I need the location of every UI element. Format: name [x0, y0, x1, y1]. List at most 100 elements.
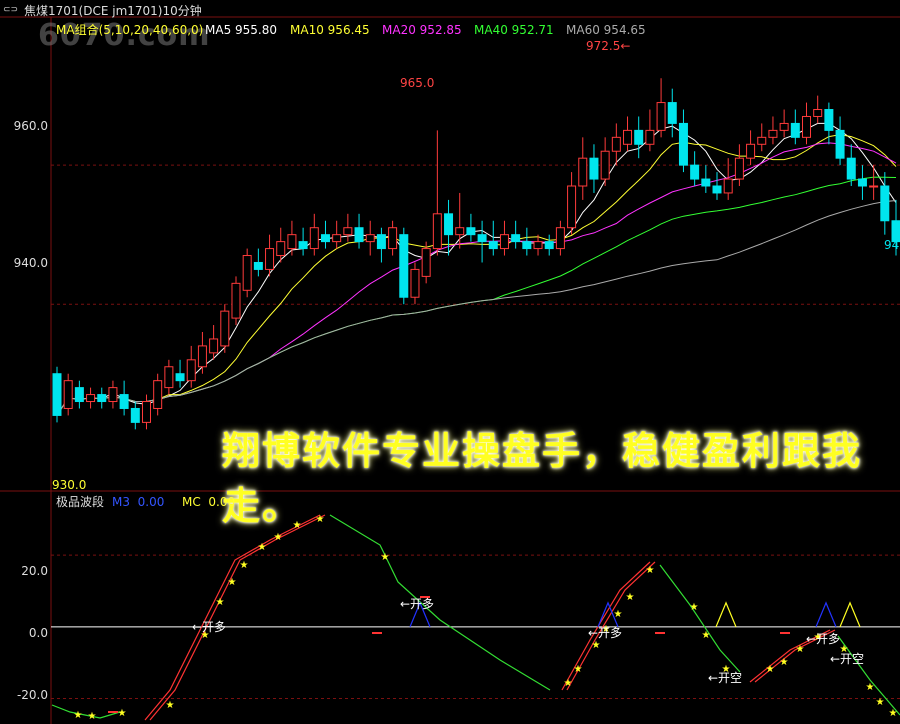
candle-body: [320, 234, 330, 243]
star-marker: ★: [166, 700, 175, 711]
signal-short-2: ←开空: [830, 652, 865, 666]
candle-body: [388, 227, 398, 250]
star-marker: ★: [274, 532, 283, 543]
candle-body: [298, 241, 308, 250]
candle-body: [242, 255, 252, 291]
candle-body: [846, 157, 856, 180]
candle-body: [153, 380, 163, 409]
signal-triangle: [715, 601, 737, 628]
star-marker: ★: [88, 711, 97, 722]
candle-body: [63, 380, 73, 409]
candle-body: [779, 122, 789, 131]
candle-body: [186, 359, 196, 382]
grid-lines: [0, 16, 900, 724]
candle-body: [52, 373, 62, 416]
moving-average-lines: [56, 122, 897, 416]
candle-body: [869, 185, 879, 188]
candle-body: [309, 227, 319, 250]
ma5-line: [56, 122, 897, 416]
star-marker: ★: [592, 640, 601, 651]
candle-body: [197, 345, 207, 368]
star-marker: ★: [118, 708, 127, 719]
candle-body: [410, 268, 420, 298]
candle-body: [376, 234, 386, 250]
wave-down-line: [329, 514, 551, 691]
candle-body: [611, 136, 621, 152]
candlesticks: [52, 78, 900, 430]
m3-legend: M3 0.00: [112, 495, 165, 509]
candle-body: [813, 109, 823, 117]
candle-body: [86, 394, 96, 403]
candle-body: [712, 185, 722, 194]
candle-body: [421, 248, 431, 277]
star-marker: ★: [796, 644, 805, 655]
candle-body: [723, 178, 733, 194]
candle-body: [678, 122, 688, 166]
candle-body: [511, 234, 521, 243]
wave-down-line: [659, 564, 741, 673]
ind-tick-0: 0.0: [28, 626, 48, 640]
right-cut-label: 94: [884, 238, 900, 252]
wave-up-line: [144, 514, 321, 721]
indicator-panel: ★ ★ ★★★★★★★★★★★★★★★★★★★★★ ★★★★★★★★: [51, 514, 900, 722]
candle-body: [253, 261, 263, 270]
candle-body: [119, 394, 129, 409]
ma10-legend: MA10 956.45: [290, 23, 370, 37]
candle-body: [466, 227, 476, 236]
signal-long-3: ←开多: [588, 626, 623, 640]
low-marker: 930.0: [52, 478, 87, 492]
star-marker: ★: [626, 592, 635, 603]
candle-body: [276, 241, 286, 257]
candle-body: [824, 109, 834, 131]
signal-long-2: ←开多: [400, 597, 435, 611]
candle-body: [857, 178, 867, 187]
local-high-marker: 965.0: [400, 76, 435, 90]
candle-body: [835, 129, 845, 159]
signal-short-1: ←开空: [708, 671, 743, 685]
high-marker: 972.5←: [586, 39, 631, 53]
candle-body: [432, 213, 442, 250]
candle-body: [802, 115, 812, 138]
candle-body: [141, 401, 151, 423]
candle-body: [600, 150, 610, 180]
candle-body: [209, 338, 219, 354]
candle-body: [130, 407, 140, 423]
candle-body: [231, 282, 241, 319]
ind-tick-neg20: -20.0: [16, 688, 48, 702]
star-marker: ★: [228, 577, 237, 588]
candle-body: [589, 157, 599, 180]
candle-body: [97, 394, 107, 403]
candle-body: [544, 241, 554, 250]
candle-body: [734, 157, 744, 180]
candle-body: [175, 373, 185, 382]
ma40-legend: MA40 952.71: [474, 23, 554, 37]
candle-body: [164, 366, 174, 389]
signal-long-1: ←开多: [192, 620, 227, 634]
indicator-name: 极品波段: [56, 495, 105, 509]
candle-body: [522, 241, 532, 250]
candle-body: [880, 185, 890, 222]
kline-chart[interactable]: ★ ★ ★★★★★★★★★★★★★★★★★★★★★ ★★★★★★★★: [0, 0, 900, 724]
star-marker: ★: [216, 597, 225, 608]
link-icon: ⊂⊃: [3, 5, 19, 15]
star-marker: ★: [258, 542, 267, 553]
star-marker: ★: [74, 710, 83, 721]
candle-body: [623, 129, 633, 145]
star-marker: ★: [866, 682, 875, 693]
promo-banner: 翔博软件专业操盘手，稳健盈利跟我走。: [222, 429, 863, 528]
candle-body: [108, 387, 118, 403]
star-marker: ★: [574, 664, 583, 675]
candle-body: [567, 185, 577, 229]
candle-body: [343, 227, 353, 236]
signal-long-4: ←开多: [806, 632, 841, 646]
star-marker: ★: [564, 678, 573, 689]
candle-body: [533, 241, 543, 250]
candle-body: [499, 234, 509, 250]
star-marker: ★: [702, 630, 711, 641]
candle-body: [220, 310, 230, 347]
candle-body: [757, 136, 767, 145]
candle-body: [287, 234, 297, 250]
ma60-legend: MA60 954.65: [566, 23, 646, 37]
star-marker: ★: [646, 565, 655, 576]
candle-body: [634, 129, 644, 145]
